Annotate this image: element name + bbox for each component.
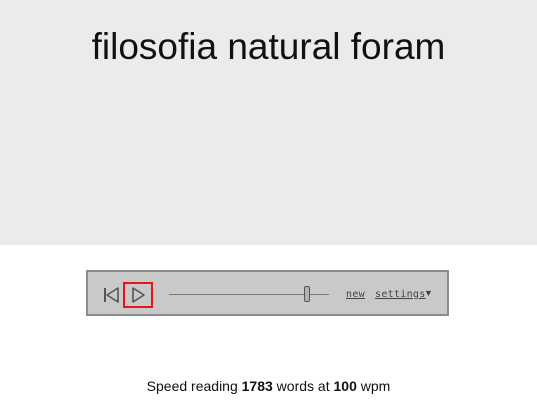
reading-area: filosofia natural foram: [0, 0, 537, 245]
skip-to-start-icon: [104, 287, 119, 303]
status-suffix: wpm: [356, 378, 391, 394]
word-count: 1783: [241, 378, 273, 394]
current-words-display: filosofia natural foram: [91, 26, 446, 67]
new-text-link[interactable]: new: [346, 289, 365, 300]
wpm-value: 100: [333, 378, 357, 394]
play-button[interactable]: [123, 282, 153, 308]
play-icon: [132, 287, 145, 303]
speed-slider-thumb[interactable]: [303, 286, 310, 302]
status-line: Speed reading 1783 words at 100 wpm: [0, 378, 537, 394]
status-prefix: Speed reading: [146, 378, 242, 394]
rewind-button[interactable]: [96, 282, 126, 308]
settings-link[interactable]: settings: [375, 289, 426, 300]
chevron-down-icon[interactable]: ▼: [424, 288, 433, 298]
status-middle: words at: [272, 378, 334, 394]
reader-controls-bar: new settings ▼: [86, 270, 449, 316]
